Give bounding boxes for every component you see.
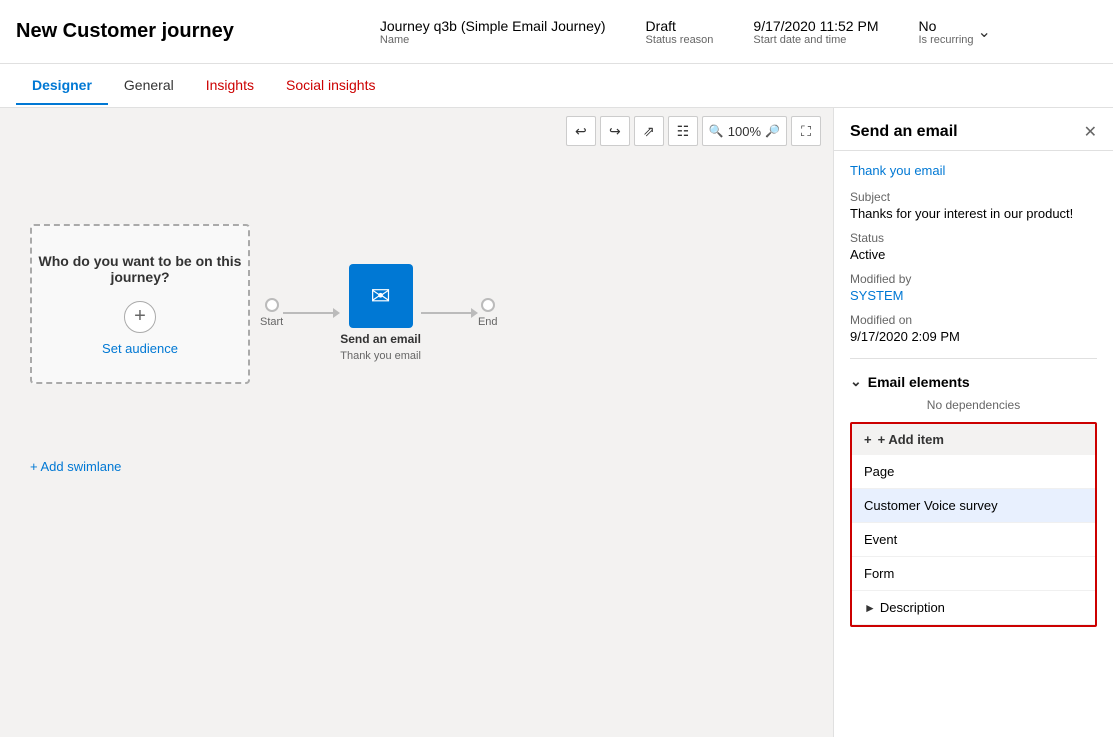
meta-status-value: Draft bbox=[646, 18, 714, 34]
modified-on-label: Modified on bbox=[850, 313, 1097, 327]
tabs-bar: Designer General Insights Social insight… bbox=[0, 64, 1113, 108]
meta-recurring-value: No bbox=[918, 18, 973, 34]
email-link[interactable]: Thank you email bbox=[850, 163, 1097, 178]
description-chevron-icon: ► bbox=[864, 601, 876, 615]
panel-body: Thank you email Subject Thanks for your … bbox=[834, 151, 1113, 737]
panel-close-button[interactable]: ✕ bbox=[1084, 122, 1097, 142]
email-node-sublabel: Thank you email bbox=[340, 350, 421, 362]
journey-canvas[interactable]: ↩ ↪ ⇗ ☷ 🔍 100% 🔎 ⛶ Who do you want to be… bbox=[0, 108, 833, 737]
meta-start-label: Start date and time bbox=[753, 34, 878, 46]
header-meta: Journey q3b (Simple Email Journey) Name … bbox=[274, 18, 1097, 46]
modified-by-label: Modified by bbox=[850, 272, 1097, 286]
audience-box[interactable]: Who do you want to be on this journey? +… bbox=[30, 224, 250, 384]
panel-title: Send an email bbox=[850, 123, 958, 141]
expand-button[interactable]: ⇗ bbox=[634, 116, 664, 146]
audience-plus-button[interactable]: + bbox=[124, 301, 156, 333]
status-label: Status bbox=[850, 231, 1097, 245]
end-label: End bbox=[478, 316, 498, 328]
chevron-down-icon[interactable]: ⌄ bbox=[978, 22, 991, 42]
email-node[interactable]: ✉ Send an email Thank you email bbox=[340, 264, 421, 362]
panel-header: Send an email ✕ bbox=[834, 108, 1113, 151]
add-icon: + bbox=[864, 432, 872, 447]
email-icon: ✉ bbox=[371, 282, 391, 311]
meta-name-label: Name bbox=[380, 34, 606, 46]
email-elements-label: Email elements bbox=[868, 374, 970, 390]
start-label: Start bbox=[260, 316, 283, 328]
journey-flow: Start ✉ Send an email Thank you email bbox=[260, 264, 498, 362]
redo-button[interactable]: ↪ bbox=[600, 116, 630, 146]
fullscreen-button[interactable]: ⛶ bbox=[791, 116, 821, 146]
meta-start-value: 9/17/2020 11:52 PM bbox=[753, 18, 878, 34]
dropdown-item-form[interactable]: Form bbox=[852, 557, 1095, 591]
start-circle bbox=[265, 298, 279, 312]
journey-flow-area: Who do you want to be on this journey? +… bbox=[0, 154, 833, 504]
add-item-button[interactable]: + + Add item bbox=[852, 424, 1095, 455]
add-swimlane-button[interactable]: + Add swimlane bbox=[30, 459, 121, 474]
subject-label: Subject bbox=[850, 190, 1097, 204]
end-circle bbox=[481, 298, 495, 312]
dropdown-item-description[interactable]: ► Description bbox=[852, 591, 1095, 625]
set-audience-link[interactable]: Set audience bbox=[102, 341, 178, 356]
meta-recurring: No Is recurring ⌄ bbox=[918, 18, 990, 46]
email-node-box[interactable]: ✉ bbox=[349, 264, 413, 328]
meta-start: 9/17/2020 11:52 PM Start date and time bbox=[753, 18, 878, 46]
main-area: ↩ ↪ ⇗ ☷ 🔍 100% 🔎 ⛶ Who do you want to be… bbox=[0, 108, 1113, 737]
subject-value: Thanks for your interest in our product! bbox=[850, 206, 1097, 221]
meta-name-value: Journey q3b (Simple Email Journey) bbox=[380, 18, 606, 34]
dropdown-item-page[interactable]: Page bbox=[852, 455, 1095, 489]
add-swimlane-label: + Add swimlane bbox=[30, 459, 121, 474]
meta-status: Draft Status reason bbox=[646, 18, 714, 46]
meta-recurring-label: Is recurring bbox=[918, 34, 973, 46]
arrow-2 bbox=[421, 308, 478, 318]
right-panel: Send an email ✕ Thank you email Subject … bbox=[833, 108, 1113, 737]
page-title: New Customer journey bbox=[16, 20, 234, 43]
start-node: Start bbox=[260, 298, 283, 328]
section-divider bbox=[850, 358, 1097, 359]
dropdown-item-customer-voice[interactable]: Customer Voice survey bbox=[852, 489, 1095, 523]
undo-button[interactable]: ↩ bbox=[566, 116, 596, 146]
meta-status-label: Status reason bbox=[646, 34, 714, 46]
canvas-toolbar: ↩ ↪ ⇗ ☷ 🔍 100% 🔎 ⛶ bbox=[0, 108, 833, 154]
meta-name: Journey q3b (Simple Email Journey) Name bbox=[380, 18, 606, 46]
zoom-control[interactable]: 🔍 100% 🔎 bbox=[702, 116, 787, 146]
status-value: Active bbox=[850, 247, 1097, 262]
email-elements-header[interactable]: ⌄ Email elements bbox=[850, 373, 1097, 390]
zoom-out-icon[interactable]: 🔍 bbox=[709, 124, 724, 138]
modified-on-value: 9/17/2020 2:09 PM bbox=[850, 329, 1097, 344]
tab-designer[interactable]: Designer bbox=[16, 67, 108, 105]
description-label: Description bbox=[880, 600, 945, 615]
dropdown-item-event[interactable]: Event bbox=[852, 523, 1095, 557]
audience-text: Who do you want to be on this journey? bbox=[32, 253, 248, 285]
page-header: New Customer journey Journey q3b (Simple… bbox=[0, 0, 1113, 64]
arrow-1 bbox=[283, 308, 340, 318]
email-node-label: Send an email bbox=[340, 332, 421, 346]
add-item-dropdown: + + Add item Page Customer Voice survey … bbox=[850, 422, 1097, 627]
grid-button[interactable]: ☷ bbox=[668, 116, 698, 146]
tab-social-insights[interactable]: Social insights bbox=[270, 67, 392, 105]
zoom-in-icon[interactable]: 🔎 bbox=[765, 124, 780, 138]
end-node: End bbox=[478, 298, 498, 328]
section-chevron-icon: ⌄ bbox=[850, 373, 862, 390]
zoom-level: 100% bbox=[728, 124, 761, 139]
tab-insights[interactable]: Insights bbox=[190, 67, 270, 105]
modified-by-value[interactable]: SYSTEM bbox=[850, 288, 1097, 303]
tab-general[interactable]: General bbox=[108, 67, 190, 105]
add-item-label: + Add item bbox=[878, 432, 944, 447]
no-dependencies-text: No dependencies bbox=[850, 398, 1097, 412]
